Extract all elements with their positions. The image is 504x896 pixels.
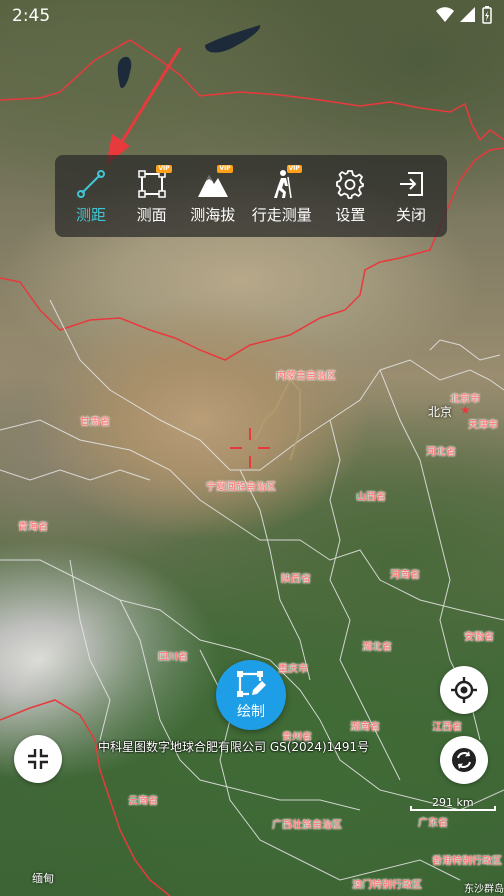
- map-label-hebei: 河北省: [426, 447, 456, 458]
- map-label-dongsha: 东沙群岛: [464, 884, 504, 895]
- signal-icon: [460, 7, 475, 22]
- tool-measure-altitude[interactable]: VIP 测海拔: [190, 155, 235, 237]
- tool-walking-measure[interactable]: VIP 行走测量: [252, 155, 312, 237]
- map-label-guangdong: 广东省: [418, 818, 448, 829]
- tool-label: 测海拔: [190, 205, 236, 224]
- collapse-arrows-icon: [28, 749, 48, 769]
- vip-badge: VIP: [286, 164, 302, 173]
- map-label-guangxi: 广西壮族自治区: [272, 820, 342, 831]
- mountain-icon: [197, 174, 228, 197]
- tool-measure-distance[interactable]: 测距: [69, 155, 113, 237]
- ruler-line-icon: [77, 169, 105, 198]
- collapse-button[interactable]: [14, 735, 62, 783]
- tool-label: 关闭: [395, 205, 426, 224]
- map-label-jiangxi: 江西省: [432, 722, 462, 733]
- map-label-anhui: 安徽省: [464, 632, 494, 643]
- measurement-toolbar: 测距 VIP 测面 VIP 测海拔 VIP 行走测量 设置 关闭: [55, 155, 447, 237]
- map-label-myanmar: 缅甸: [32, 872, 54, 885]
- scale-bar: [410, 806, 496, 811]
- map-label-ningxia: 宁夏回族自治区: [206, 482, 276, 493]
- map-label-macau: 澳门特别行政区: [352, 880, 422, 891]
- map-label-shanxi: 山西省: [356, 492, 386, 503]
- draw-button[interactable]: 绘制: [216, 660, 286, 730]
- map-label-hongkong: 香港特别行政区: [432, 856, 502, 867]
- map-label-beijing: 北京: [428, 405, 453, 419]
- area-square-icon: [137, 169, 166, 198]
- tool-label: 行走测量: [251, 205, 312, 224]
- locate-button[interactable]: [440, 666, 488, 714]
- map-label-hubei: 湖北省: [362, 642, 392, 653]
- annotation-arrow: [106, 47, 182, 166]
- map-label-shaanxi: 陕西省: [281, 574, 311, 585]
- map-label-gansu: 甘肃省: [80, 417, 110, 428]
- capital-star-icon: ★: [460, 403, 471, 417]
- tool-label: 设置: [335, 205, 366, 224]
- locate-crosshair-icon: [451, 677, 477, 703]
- map-label-hunan: 湖南省: [350, 722, 380, 733]
- walking-person-icon: [273, 169, 292, 198]
- map-copyright: 中科星图数字地球合肥有限公司 GS(2024)1491号: [98, 740, 370, 754]
- vip-badge: VIP: [156, 164, 172, 173]
- draw-polygon-icon: [237, 671, 266, 697]
- rotate-icon: [452, 748, 476, 772]
- tool-close[interactable]: 关闭: [389, 155, 433, 237]
- map-label-tianjin: 天津市: [468, 420, 498, 431]
- map-label-inner-mongolia: 内蒙古自治区: [276, 371, 336, 382]
- national-border: [0, 39, 504, 142]
- lake: [117, 56, 132, 89]
- battery-charging-icon: [482, 6, 492, 24]
- map-label-chongqing: 重庆市: [278, 664, 308, 675]
- tool-measure-area[interactable]: VIP 测面: [130, 155, 174, 237]
- status-bar-icons: [436, 6, 492, 24]
- tool-label: 测距: [75, 205, 106, 224]
- exit-icon: [400, 171, 423, 196]
- tool-label: 测面: [136, 205, 167, 224]
- draw-button-label: 绘制: [237, 704, 265, 720]
- tool-settings[interactable]: 设置: [328, 155, 372, 237]
- rotate-reset-button[interactable]: [440, 736, 488, 784]
- lake: [205, 25, 261, 53]
- map-label-qinghai: 青海省: [18, 522, 48, 533]
- wifi-icon: [436, 7, 454, 22]
- map-label-sichuan: 四川省: [158, 652, 188, 663]
- center-crosshair: [230, 428, 270, 468]
- map-label-yunnan: 云南省: [128, 796, 158, 807]
- vip-badge: VIP: [217, 164, 233, 173]
- gear-icon: [336, 169, 365, 199]
- map-label-henan: 河南省: [390, 570, 420, 581]
- satellite-map[interactable]: 内蒙古自治区 北京市 北京 ★ 天津市 甘肃省 河北省 宁夏回族自治区 山西省 …: [0, 0, 504, 896]
- status-bar-time: 2:45: [12, 6, 51, 26]
